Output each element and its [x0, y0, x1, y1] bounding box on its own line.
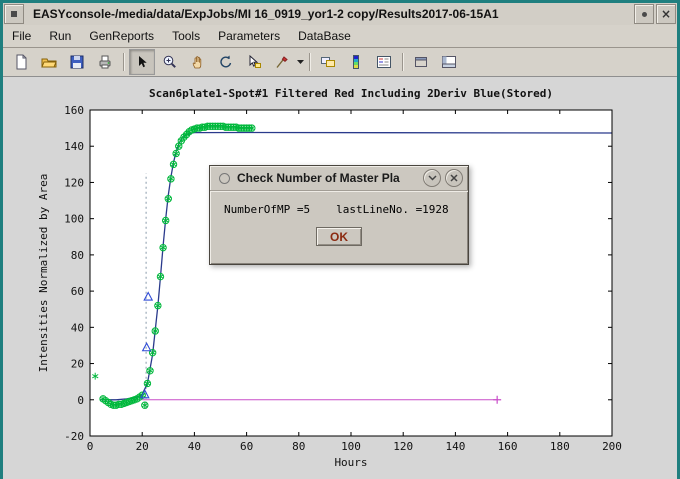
- last-line-no-value: lastLineNo. =1928: [336, 203, 449, 216]
- iconify-button[interactable]: [634, 4, 654, 24]
- number-of-mp-value: NumberOfMP =5: [224, 203, 310, 216]
- dialog-titlebar[interactable]: Check Number of Master Pla: [210, 166, 468, 191]
- dialog-icon: [219, 173, 230, 184]
- insert-colorbar-button[interactable]: [343, 49, 369, 75]
- svg-text:40: 40: [71, 321, 84, 334]
- pan-hand-button[interactable]: [185, 49, 211, 75]
- zoom-in-icon: [162, 54, 178, 70]
- svg-text:20: 20: [71, 358, 84, 371]
- hide-plot-tools-icon: [413, 54, 429, 70]
- select-arrow-icon: [134, 54, 150, 70]
- print-button[interactable]: [92, 49, 118, 75]
- open-file-button[interactable]: [36, 49, 62, 75]
- save-floppy-icon: [69, 54, 85, 70]
- dialog-check-number-of-master-plates: Check Number of Master Pla NumberOfMP =5…: [209, 165, 469, 265]
- menu-file[interactable]: File: [3, 25, 40, 47]
- show-plot-tools-button[interactable]: [436, 49, 462, 75]
- iconify-icon: [642, 12, 647, 17]
- window-menu-icon: [11, 11, 17, 17]
- menu-database[interactable]: DataBase: [289, 25, 360, 47]
- brush-icon: [274, 54, 290, 70]
- menu-tools[interactable]: Tools: [163, 25, 209, 47]
- dialog-shade-button[interactable]: [423, 169, 441, 187]
- svg-text:100: 100: [341, 440, 361, 453]
- insert-legend-icon: [376, 54, 392, 70]
- menu-bar: File Run GenReports Tools Parameters Dat…: [3, 25, 677, 48]
- new-file-button[interactable]: [8, 49, 34, 75]
- open-folder-icon: [41, 54, 57, 70]
- rotate-3d-button[interactable]: [213, 49, 239, 75]
- svg-text:0: 0: [87, 440, 94, 453]
- data-cursor-button[interactable]: [241, 49, 267, 75]
- plot-axes[interactable]: 020406080100120140160180200-200204060801…: [3, 77, 677, 478]
- svg-text:160: 160: [64, 104, 84, 117]
- zoom-in-button[interactable]: [157, 49, 183, 75]
- brush-dropdown-button[interactable]: [296, 50, 305, 74]
- select-arrow-button[interactable]: [129, 49, 155, 75]
- close-button[interactable]: ×: [656, 4, 676, 24]
- svg-text:Scan6plate1-Spot#1 Filtered Re: Scan6plate1-Spot#1 Filtered Red Includin…: [149, 87, 553, 100]
- window-titlebar: EASYconsole-/media/data/ExpJobs/MI 16_09…: [3, 3, 677, 25]
- show-plot-tools-icon: [441, 54, 457, 70]
- toolbar-separator: [402, 53, 403, 71]
- print-icon: [97, 54, 113, 70]
- svg-text:120: 120: [393, 440, 413, 453]
- dialog-message: NumberOfMP =5 lastLineNo. =1928: [224, 203, 454, 216]
- link-plot-icon: [320, 54, 336, 70]
- toolbar-separator: [123, 53, 124, 71]
- svg-text:20: 20: [136, 440, 149, 453]
- pan-hand-icon: [190, 54, 206, 70]
- app-window: EASYconsole-/media/data/ExpJobs/MI 16_09…: [0, 0, 680, 479]
- dialog-close-button[interactable]: [445, 169, 463, 187]
- hide-plot-tools-button[interactable]: [408, 49, 434, 75]
- new-file-icon: [13, 54, 29, 70]
- brush-button[interactable]: [269, 49, 295, 75]
- save-button[interactable]: [64, 49, 90, 75]
- svg-text:0: 0: [77, 394, 84, 407]
- dialog-body: NumberOfMP =5 lastLineNo. =1928 OK: [210, 191, 468, 246]
- ok-button[interactable]: OK: [316, 227, 362, 246]
- toolbar-separator: [309, 53, 310, 71]
- insert-legend-button[interactable]: [371, 49, 397, 75]
- svg-text:60: 60: [71, 285, 84, 298]
- svg-text:160: 160: [498, 440, 518, 453]
- svg-text:180: 180: [550, 440, 570, 453]
- close-icon: [450, 174, 458, 182]
- svg-text:80: 80: [292, 440, 305, 453]
- svg-text:-20: -20: [64, 430, 84, 443]
- figure-area: 020406080100120140160180200-200204060801…: [3, 77, 677, 479]
- svg-text:100: 100: [64, 213, 84, 226]
- svg-text:140: 140: [445, 440, 465, 453]
- svg-text:80: 80: [71, 249, 84, 262]
- data-cursor-icon: [246, 54, 262, 70]
- window-menu-button[interactable]: [4, 4, 24, 24]
- dialog-title: Check Number of Master Pla: [237, 171, 419, 185]
- link-plot-button[interactable]: [315, 49, 341, 75]
- svg-text:Hours: Hours: [334, 456, 367, 469]
- svg-text:140: 140: [64, 140, 84, 153]
- window-title: EASYconsole-/media/data/ExpJobs/MI 16_09…: [25, 7, 633, 21]
- menu-genreports[interactable]: GenReports: [80, 25, 163, 47]
- menu-parameters[interactable]: Parameters: [209, 25, 289, 47]
- toolbar: [3, 48, 677, 77]
- svg-text:60: 60: [240, 440, 253, 453]
- rotate-3d-icon: [218, 54, 234, 70]
- dropdown-caret-icon: [297, 60, 305, 65]
- chevron-down-icon: [428, 174, 437, 182]
- insert-colorbar-icon: [348, 54, 364, 70]
- menu-run[interactable]: Run: [40, 25, 80, 47]
- close-icon: ×: [661, 8, 671, 20]
- svg-text:200: 200: [602, 440, 622, 453]
- svg-text:Intensities Normalized by Area: Intensities Normalized by Area: [37, 174, 50, 373]
- svg-text:40: 40: [188, 440, 201, 453]
- svg-text:120: 120: [64, 176, 84, 189]
